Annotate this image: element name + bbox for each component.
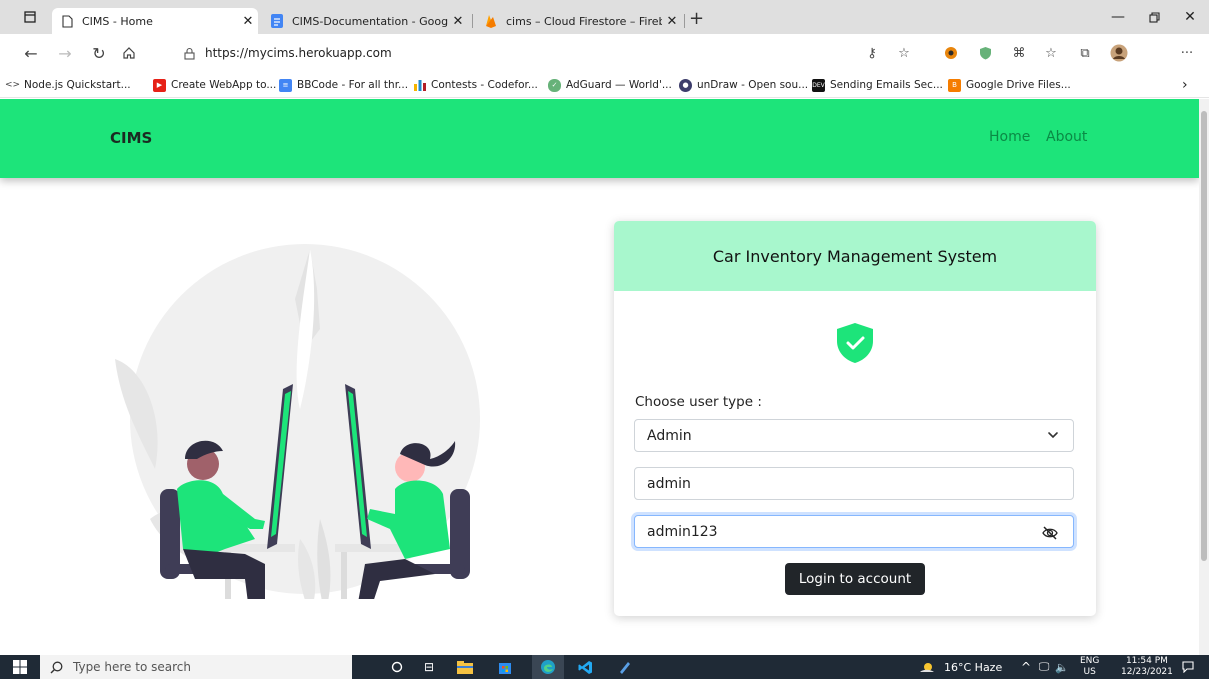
- nav-link-about[interactable]: About: [1046, 129, 1087, 145]
- page-scrollbar[interactable]: [1199, 99, 1209, 655]
- bookmark-item[interactable]: Contests - Codefor...: [413, 76, 538, 94]
- tab-separator: [684, 14, 685, 28]
- page-icon: [60, 14, 74, 28]
- pen-app-icon[interactable]: [610, 655, 640, 679]
- task-view-icon[interactable]: ⊟: [414, 655, 444, 679]
- bookmark-item[interactable]: ● unDraw - Open sou...: [679, 76, 808, 94]
- undraw-icon: ●: [679, 78, 692, 92]
- nav-link-home[interactable]: Home: [989, 129, 1030, 145]
- login-button[interactable]: Login to account: [785, 563, 925, 595]
- edge-icon[interactable]: [532, 655, 564, 679]
- password-key-icon[interactable]: ⚷: [861, 43, 883, 63]
- chevron-up-icon[interactable]: ^: [1018, 655, 1034, 679]
- clock[interactable]: 11:54 PM 12/23/2021: [1121, 656, 1173, 678]
- login-card: Car Inventory Management System Choose u…: [614, 221, 1096, 616]
- node-icon: <>: [4, 80, 21, 90]
- notification-icon[interactable]: [1176, 655, 1200, 679]
- address-field[interactable]: https://mycims.herokuapp.com: [184, 42, 392, 64]
- adguard-icon: ✓: [548, 78, 561, 92]
- windows-start-icon[interactable]: [0, 655, 40, 679]
- tab-cims-home[interactable]: CIMS - Home ✕: [52, 8, 258, 34]
- tab-title: CIMS - Home: [82, 14, 153, 28]
- windows-taskbar: Type here to search ⊟ 16°C Haze ^ 🖵 🔈 EN…: [0, 655, 1209, 679]
- bookmark-item[interactable]: ▶ Create WebApp to...: [153, 76, 276, 94]
- close-tab-icon[interactable]: ✕: [662, 14, 682, 29]
- username-input[interactable]: admin: [634, 467, 1074, 500]
- chevron-down-icon: [1048, 432, 1058, 439]
- tab-cloud-firestore[interactable]: cims – Cloud Firestore – Firebase ✕: [476, 8, 682, 34]
- lock-icon: [184, 47, 195, 60]
- back-icon[interactable]: ←: [16, 34, 46, 72]
- taskbar-search[interactable]: Type here to search: [40, 655, 352, 679]
- scrollbar-thumb[interactable]: [1201, 111, 1207, 561]
- network-icon[interactable]: 🖵: [1036, 655, 1052, 679]
- blogger-icon: B: [948, 78, 961, 92]
- store-icon[interactable]: [490, 655, 520, 679]
- shield-check-icon: [837, 323, 873, 363]
- card-header-title: Car Inventory Management System: [614, 221, 1096, 291]
- volume-icon[interactable]: 🔈: [1054, 655, 1070, 679]
- refresh-icon[interactable]: ↻: [84, 34, 114, 72]
- language-indicator[interactable]: ENG US: [1080, 656, 1099, 678]
- more-menu-icon[interactable]: ···: [1176, 43, 1198, 63]
- docs-icon: ≡: [279, 78, 292, 92]
- eye-slash-icon[interactable]: [1041, 524, 1059, 542]
- extensions-puzzle-icon[interactable]: ⌘: [1008, 43, 1030, 63]
- bookmark-item[interactable]: ✓ AdGuard — World'...: [548, 76, 672, 94]
- bookmark-item[interactable]: ≡ BBCode - For all thr...: [279, 76, 408, 94]
- bookmark-item[interactable]: DEV Sending Emails Sec...: [812, 76, 943, 94]
- google-docs-icon: [270, 14, 284, 28]
- web-page: CIMS Home About Car Inventory Management…: [0, 99, 1199, 655]
- codeforces-icon: [413, 79, 426, 92]
- weather-text[interactable]: 16°C Haze: [944, 655, 1002, 679]
- site-brand[interactable]: CIMS: [110, 129, 152, 147]
- username-value: admin: [647, 475, 691, 492]
- tab-cims-documentation[interactable]: CIMS-Documentation - Google D ✕: [262, 8, 468, 34]
- firebase-icon: [484, 14, 498, 28]
- vscode-icon[interactable]: [570, 655, 600, 679]
- add-favorite-icon[interactable]: ☆: [893, 43, 915, 63]
- bookmarks-overflow-icon[interactable]: ›: [1182, 76, 1188, 94]
- close-tab-icon[interactable]: ✕: [448, 14, 468, 29]
- profile-avatar[interactable]: [1108, 43, 1130, 63]
- favorites-icon[interactable]: ☆: [1040, 43, 1062, 63]
- file-explorer-icon[interactable]: [450, 655, 480, 679]
- user-type-label: Choose user type :: [635, 394, 762, 410]
- bookmark-item[interactable]: <> Node.js Quickstart...: [4, 76, 131, 94]
- cortana-icon[interactable]: [382, 655, 412, 679]
- search-icon: [50, 661, 63, 674]
- forward-icon[interactable]: →: [50, 34, 80, 72]
- tab-separator: [472, 14, 473, 28]
- home-icon[interactable]: [114, 34, 144, 72]
- tab-actions-icon[interactable]: [12, 0, 48, 34]
- weather-icon[interactable]: [915, 655, 939, 679]
- password-input[interactable]: admin123: [634, 515, 1074, 548]
- bookmark-item[interactable]: B Google Drive Files...: [948, 76, 1071, 94]
- bookmarks-bar: <> Node.js Quickstart... ▶ Create WebApp…: [0, 72, 1209, 98]
- user-type-value: Admin: [647, 427, 692, 444]
- people-at-computers-illustration: [115, 244, 480, 599]
- site-navbar: CIMS Home About: [0, 99, 1199, 178]
- tab-title: CIMS-Documentation - Google D: [292, 14, 448, 28]
- browser-tab-bar: CIMS - Home ✕ CIMS-Documentation - Googl…: [0, 0, 1209, 34]
- adguard-extension-icon[interactable]: [974, 43, 996, 63]
- restore-icon[interactable]: [1136, 0, 1172, 34]
- close-tab-icon[interactable]: ✕: [238, 14, 258, 29]
- youtube-icon: ▶: [153, 78, 166, 92]
- new-tab-icon[interactable]: +: [689, 8, 704, 29]
- close-window-icon[interactable]: ✕: [1172, 0, 1208, 34]
- collections-icon[interactable]: ⧉: [1074, 43, 1096, 63]
- dev-icon: DEV: [812, 78, 825, 92]
- url-text: https://mycims.herokuapp.com: [205, 46, 392, 60]
- minimize-icon[interactable]: —: [1100, 0, 1136, 34]
- tab-title: cims – Cloud Firestore – Firebase: [506, 14, 662, 28]
- password-value: admin123: [647, 523, 718, 540]
- user-type-select[interactable]: Admin: [634, 419, 1074, 452]
- extension-icon[interactable]: [940, 43, 962, 63]
